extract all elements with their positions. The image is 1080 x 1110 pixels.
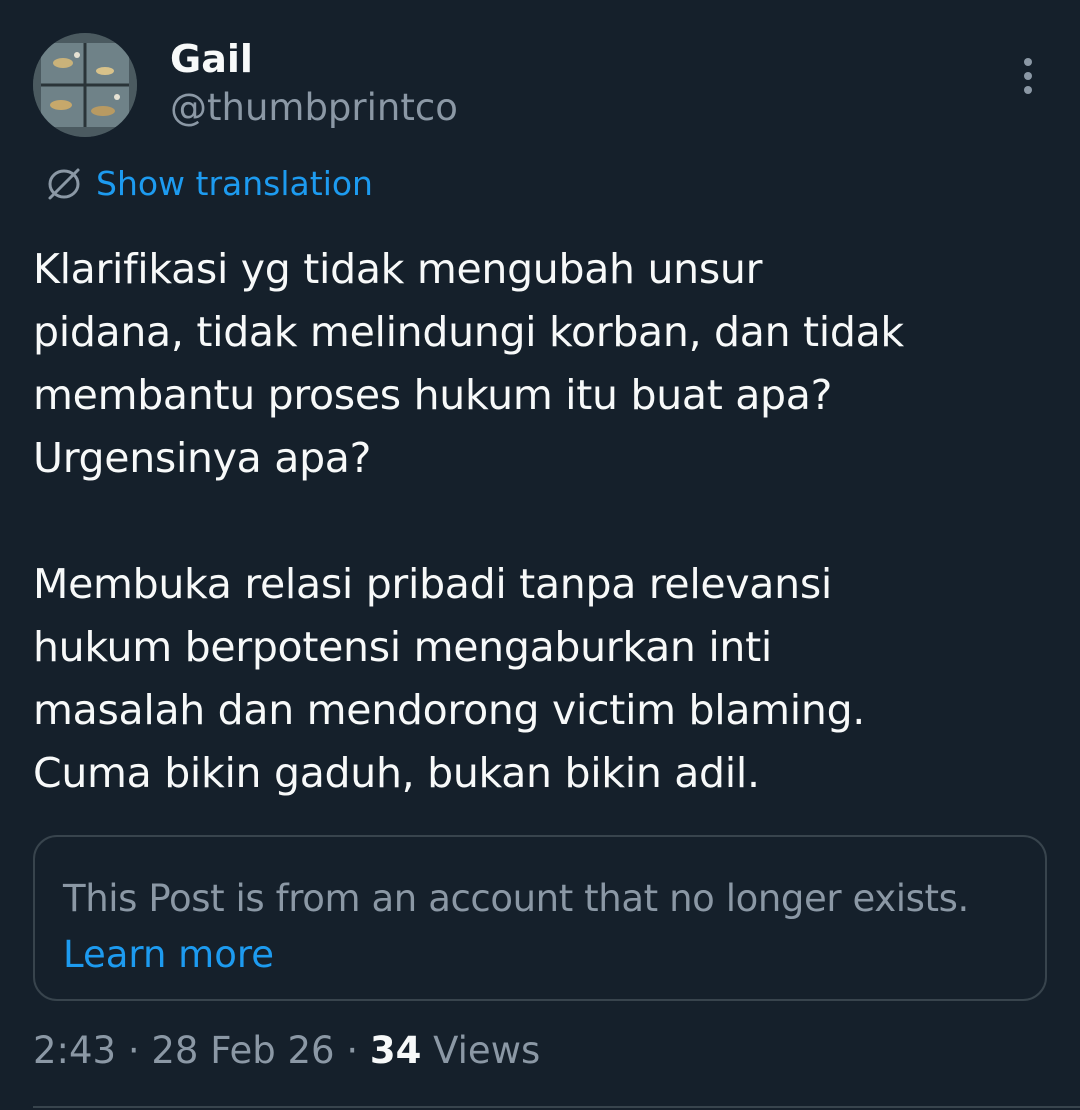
globe-icon	[48, 168, 80, 200]
more-vertical-icon	[1024, 58, 1032, 94]
more-options-button[interactable]	[1008, 54, 1048, 98]
post-meta: 2:43 · 28 Feb 26 · 34 Views	[33, 1026, 540, 1076]
meta-separator: ·	[346, 1029, 359, 1072]
display-name[interactable]: Gail	[170, 36, 253, 82]
avatar-image	[33, 33, 137, 137]
views-label: Views	[433, 1029, 541, 1072]
tweet-line: Klarifikasi yg tidak mengubah unsur	[33, 245, 763, 293]
tweet-line: Membuka relasi pribadi tanpa relevansi	[33, 560, 832, 608]
tweet-line: Urgensinya apa?	[33, 434, 372, 482]
notice-message: This Post is from an account that no lon…	[63, 877, 969, 920]
user-handle[interactable]: @thumbprintco	[170, 85, 458, 131]
tweet-line: pidana, tidak melindungi korban, dan tid…	[33, 308, 904, 356]
unavailable-post-notice: This Post is from an account that no lon…	[33, 835, 1047, 1001]
tweet-line: Cuma bikin gaduh, bukan bikin adil.	[33, 749, 760, 797]
views-count: 34	[369, 1029, 422, 1072]
meta-separator: ·	[127, 1029, 140, 1072]
avatar[interactable]	[33, 33, 137, 137]
tweet-text: Klarifikasi yg tidak mengubah unsur pida…	[33, 238, 1043, 805]
show-translation-label: Show translation	[96, 164, 373, 203]
tweet-line: masalah dan mendorong victim blaming.	[33, 686, 866, 734]
show-translation-link[interactable]: Show translation	[46, 162, 373, 206]
tweet-line: hukum berpotensi mengaburkan inti	[33, 623, 772, 671]
tweet-line: membantu proses hukum itu buat apa?	[33, 371, 833, 419]
post-time[interactable]: 2:43	[33, 1029, 116, 1072]
post-date[interactable]: 28 Feb 26	[151, 1029, 334, 1072]
learn-more-link[interactable]: Learn more	[63, 927, 1045, 983]
divider	[33, 1106, 1080, 1108]
